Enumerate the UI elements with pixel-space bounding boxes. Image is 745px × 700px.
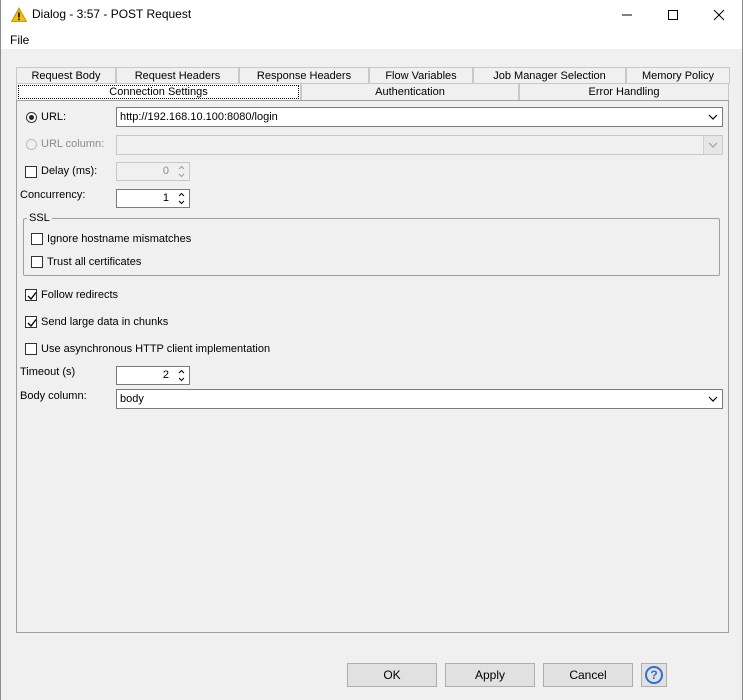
delay-label: Delay (ms): [41, 165, 98, 177]
checkmark-icon [27, 319, 37, 328]
tab-flow-variables[interactable]: Flow Variables [369, 67, 473, 84]
timeout-label: Timeout (s) [20, 366, 76, 378]
apply-button[interactable]: Apply [445, 663, 535, 687]
tab-request-headers[interactable]: Request Headers [116, 67, 239, 84]
concurrency-spinner[interactable]: 1 [116, 189, 190, 208]
send-chunks-checkbox[interactable] [25, 316, 37, 328]
tab-focus-ring [18, 85, 299, 99]
delay-checkbox[interactable] [25, 166, 37, 178]
spinner-down-icon [178, 173, 185, 178]
chevron-down-icon [708, 114, 718, 120]
timeout-spinner[interactable]: 2 [116, 366, 190, 385]
ignore-hostname-label: Ignore hostname mismatches [47, 233, 192, 245]
maximize-icon [668, 10, 678, 20]
timeout-spinner-arrows[interactable] [175, 368, 188, 383]
delay-spinner-arrows[interactable] [175, 164, 188, 179]
minimize-button[interactable] [604, 0, 650, 30]
concurrency-label: Concurrency: [20, 189, 86, 201]
chevron-down-icon [708, 396, 718, 402]
follow-redirects-checkbox[interactable] [25, 289, 37, 301]
tab-job-manager-selection[interactable]: Job Manager Selection [473, 67, 626, 84]
concurrency-value: 1 [162, 192, 169, 204]
async-client-label: Use asynchronous HTTP client implementat… [41, 343, 271, 355]
delay-spinner[interactable]: 0 [116, 162, 190, 181]
warning-icon [10, 7, 28, 23]
tab-request-body[interactable]: Request Body [16, 67, 116, 84]
spinner-up-icon [178, 165, 185, 170]
spinner-up-icon [178, 192, 185, 197]
tab-error-handling[interactable]: Error Handling [519, 83, 729, 100]
help-icon: ? [645, 666, 663, 684]
async-client-checkbox[interactable] [25, 343, 37, 355]
close-icon [713, 9, 725, 21]
url-radio[interactable] [26, 112, 37, 123]
follow-redirects-label: Follow redirects [41, 289, 119, 301]
window-title: Dialog - 3:57 - POST Request [32, 7, 192, 21]
title-bar: Dialog - 3:57 - POST Request [1, 0, 742, 30]
body-column-combobox[interactable]: body [116, 389, 723, 409]
url-column-radio[interactable] [26, 139, 37, 150]
tab-row-2: Connection Settings Authentication Error… [16, 83, 740, 100]
ssl-legend: SSL [27, 212, 52, 224]
spinner-up-icon [178, 369, 185, 374]
trust-all-checkbox[interactable] [31, 256, 43, 268]
url-label: URL: [41, 111, 67, 123]
tab-connection-settings[interactable]: Connection Settings [16, 83, 301, 100]
menu-bar: File [1, 30, 742, 49]
tab-authentication[interactable]: Authentication [301, 83, 519, 100]
help-button[interactable]: ? [641, 663, 667, 687]
chevron-down-icon [708, 142, 718, 148]
maximize-button[interactable] [650, 0, 696, 30]
delay-value: 0 [162, 165, 169, 177]
url-combobox[interactable]: http://192.168.10.100:8080/login [116, 107, 723, 127]
close-button[interactable] [696, 0, 742, 30]
spinner-down-icon [178, 377, 185, 382]
cancel-button[interactable]: Cancel [543, 663, 633, 687]
url-value: http://192.168.10.100:8080/login [120, 111, 278, 123]
url-column-label: URL column: [41, 138, 105, 150]
body-column-label: Body column: [20, 390, 87, 402]
concurrency-spinner-arrows[interactable] [175, 191, 188, 206]
spinner-down-icon [178, 200, 185, 205]
trust-all-label: Trust all certificates [47, 256, 142, 268]
menu-file[interactable]: File [10, 33, 29, 47]
ignore-hostname-checkbox[interactable] [31, 233, 43, 245]
tab-memory-policy[interactable]: Memory Policy [626, 67, 730, 84]
dialog-window: Dialog - 3:57 - POST Request File Reques… [0, 0, 743, 700]
timeout-value: 2 [162, 369, 169, 381]
body-column-value: body [120, 393, 144, 405]
checkmark-icon [27, 292, 37, 301]
tab-response-headers[interactable]: Response Headers [239, 67, 369, 84]
tab-row-1: Request Body Request Headers Response He… [16, 67, 740, 84]
ok-button[interactable]: OK [347, 663, 437, 687]
minimize-icon [622, 14, 632, 16]
send-chunks-label: Send large data in chunks [41, 316, 169, 328]
url-column-combobox[interactable] [116, 135, 723, 155]
